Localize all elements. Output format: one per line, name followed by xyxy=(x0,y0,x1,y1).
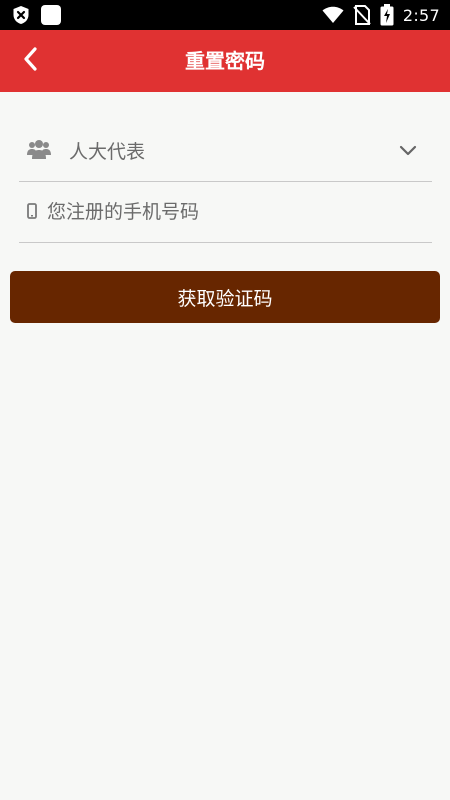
phone-input[interactable] xyxy=(47,194,417,230)
app-bar: 重置密码 xyxy=(0,30,450,92)
mobile-phone-icon xyxy=(27,203,37,223)
status-bar: 2:57 xyxy=(0,0,450,30)
status-clock: 2:57 xyxy=(402,5,440,25)
role-select-value: 人大代表 xyxy=(69,141,146,163)
chevron-left-icon xyxy=(21,46,39,76)
battery-charging-icon xyxy=(380,4,394,26)
role-select[interactable]: 人大代表 xyxy=(19,120,432,182)
get-verification-code-button[interactable]: 获取验证码 xyxy=(10,271,440,323)
back-button[interactable] xyxy=(8,39,52,83)
status-left-icons xyxy=(12,4,62,26)
shield-x-icon xyxy=(12,5,30,25)
page-title: 重置密码 xyxy=(185,49,265,73)
no-sim-icon xyxy=(353,5,371,25)
chevron-down-icon xyxy=(399,142,417,161)
wifi-icon xyxy=(322,6,344,24)
phone-field xyxy=(19,182,432,243)
users-group-icon xyxy=(27,139,51,165)
status-right-icons: 2:57 xyxy=(322,4,440,26)
notification-square-icon xyxy=(40,4,62,26)
